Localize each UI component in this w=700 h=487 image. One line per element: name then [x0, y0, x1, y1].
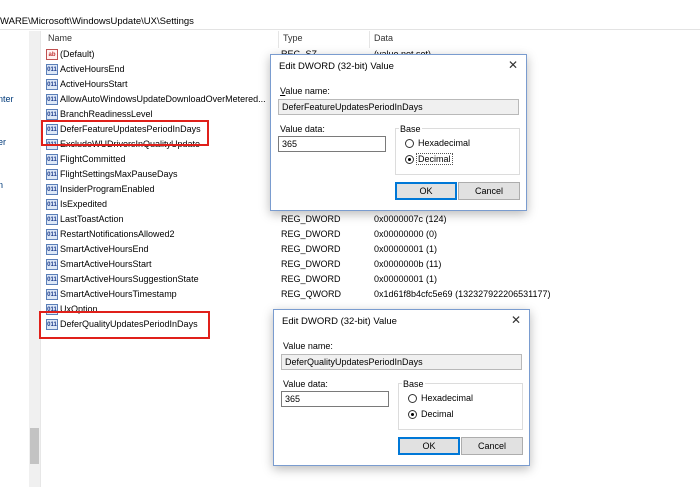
value-type: REG_DWORD — [281, 274, 341, 284]
hexadecimal-radio[interactable] — [405, 139, 414, 148]
base-group — [398, 383, 523, 430]
value-data: 0x0000007c (124) — [374, 214, 447, 224]
binary-value-icon: 011 — [46, 289, 58, 300]
value-name: InsiderProgramEnabled — [60, 184, 155, 194]
value-name: SmartActiveHoursStart — [60, 259, 152, 269]
value-data-input[interactable]: 365 — [281, 391, 389, 407]
value-name: SmartActiveHoursEnd — [60, 244, 149, 254]
value-name-field: DeferFeatureUpdatesPeriodInDays — [278, 99, 519, 115]
registry-value-row[interactable]: 011 RestartNotificationsAllowed2 REG_DWORD… — [43, 228, 698, 243]
value-name: SmartActiveHoursTimestamp — [60, 289, 177, 299]
tree-item[interactable]: er — [0, 137, 6, 147]
tree-scrollbar-thumb[interactable] — [30, 428, 39, 464]
binary-value-icon: 011 — [46, 169, 58, 180]
decimal-radio[interactable] — [408, 410, 417, 419]
column-divider[interactable] — [278, 31, 279, 48]
tree-item[interactable]: nter — [0, 94, 14, 104]
value-type: REG_QWORD — [281, 289, 342, 299]
value-name: FlightCommitted — [60, 154, 126, 164]
column-divider[interactable] — [369, 31, 370, 48]
value-name: AllowAutoWindowsUpdateDownloadOverMetere… — [60, 94, 266, 104]
registry-value-row[interactable]: 011 SmartActiveHoursStart REG_DWORD 0x00000… — [43, 258, 698, 273]
binary-value-icon: 011 — [46, 229, 58, 240]
base-label: Base — [402, 379, 425, 389]
decimal-label[interactable]: Decimal — [421, 409, 454, 419]
decimal-radio[interactable] — [405, 155, 414, 164]
value-name: LastToastAction — [60, 214, 124, 224]
binary-value-icon: 011 — [46, 244, 58, 255]
column-header-name[interactable]: Name — [48, 33, 72, 48]
column-header-data[interactable]: Data — [374, 33, 393, 48]
column-header-type[interactable]: Type — [283, 33, 303, 48]
close-icon[interactable]: ✕ — [506, 58, 520, 72]
hexadecimal-radio[interactable] — [408, 394, 417, 403]
value-data-label: Value data: — [283, 379, 328, 389]
value-data: 0x00000000 (0) — [374, 229, 438, 239]
hexadecimal-label[interactable]: Hexadecimal — [418, 138, 470, 148]
value-name: ActiveHoursEnd — [60, 64, 125, 74]
value-name: FlightSettingsMaxPauseDays — [60, 169, 178, 179]
decimal-label[interactable]: Decimal — [416, 153, 453, 165]
tree-scrollbar[interactable] — [29, 31, 40, 487]
value-name: BranchReadinessLevel — [60, 109, 153, 119]
registry-value-row[interactable]: 011 SmartActiveHoursEnd REG_DWORD 0x0000000… — [43, 243, 698, 258]
highlight-box-quality-updates — [39, 311, 210, 339]
binary-value-icon: 011 — [46, 199, 58, 210]
address-path[interactable]: WARE\Microsoft\WindowsUpdate\UX\Settings — [0, 16, 194, 27]
value-name: SmartActiveHoursSuggestionState — [60, 274, 199, 284]
registry-value-row[interactable]: 011 LastToastAction REG_DWORD 0x0000007c (1… — [43, 213, 698, 228]
binary-value-icon: 011 — [46, 79, 58, 90]
binary-value-icon: 011 — [46, 274, 58, 285]
registry-value-row[interactable]: 011 SmartActiveHoursTimestamp REG_QWORD 0x1… — [43, 288, 698, 303]
close-icon[interactable]: ✕ — [509, 313, 523, 327]
binary-value-icon: 011 — [46, 214, 58, 225]
string-value-icon: ab — [46, 49, 58, 60]
value-data-input[interactable]: 365 — [278, 136, 386, 152]
pane-splitter[interactable] — [40, 31, 41, 487]
ok-button[interactable]: OK — [395, 182, 457, 200]
value-name-label: Value name: — [280, 86, 330, 96]
value-type: REG_DWORD — [281, 229, 341, 239]
value-data: 0x0000000b (11) — [374, 259, 442, 269]
ok-button[interactable]: OK — [398, 437, 460, 455]
base-group — [395, 128, 520, 175]
value-name-field: DeferQualityUpdatesPeriodInDays — [281, 354, 522, 370]
value-name: IsExpedited — [60, 199, 108, 209]
value-data: 0x1d61f8b4cfc5e69 (132327922206531177) — [374, 289, 551, 299]
tree-item[interactable]: n — [0, 180, 3, 190]
value-data: 0x00000001 (1) — [374, 274, 438, 284]
registry-value-row[interactable]: 011 SmartActiveHoursSuggestionState REG_DW… — [43, 273, 698, 288]
binary-value-icon: 011 — [46, 94, 58, 105]
value-name-label: Value name: — [283, 341, 333, 351]
value-type: REG_DWORD — [281, 214, 341, 224]
value-name: (Default) — [60, 49, 95, 59]
value-data: 0x00000001 (1) — [374, 244, 438, 254]
binary-value-icon: 011 — [46, 109, 58, 120]
binary-value-icon: 011 — [46, 154, 58, 165]
cancel-button[interactable]: Cancel — [461, 437, 523, 455]
value-name: ActiveHoursStart — [60, 79, 128, 89]
binary-value-icon: 011 — [46, 64, 58, 75]
dialog-title: Edit DWORD (32-bit) Value — [282, 316, 397, 327]
hexadecimal-label[interactable]: Hexadecimal — [421, 393, 473, 403]
value-name: RestartNotificationsAllowed2 — [60, 229, 175, 239]
edit-dword-dialog-1: Edit DWORD (32-bit) Value ✕ Value name: … — [270, 54, 527, 211]
value-type: REG_DWORD — [281, 244, 341, 254]
binary-value-icon: 011 — [46, 259, 58, 270]
edit-dword-dialog-2: Edit DWORD (32-bit) Value ✕ Value name: … — [273, 309, 530, 466]
address-divider — [0, 29, 700, 30]
dialog-title: Edit DWORD (32-bit) Value — [279, 61, 394, 72]
binary-value-icon: 011 — [46, 184, 58, 195]
value-type: REG_DWORD — [281, 259, 341, 269]
highlight-box-feature-updates — [41, 120, 209, 146]
value-data-label: Value data: — [280, 124, 325, 134]
cancel-button[interactable]: Cancel — [458, 182, 520, 200]
base-label: Base — [399, 124, 422, 134]
